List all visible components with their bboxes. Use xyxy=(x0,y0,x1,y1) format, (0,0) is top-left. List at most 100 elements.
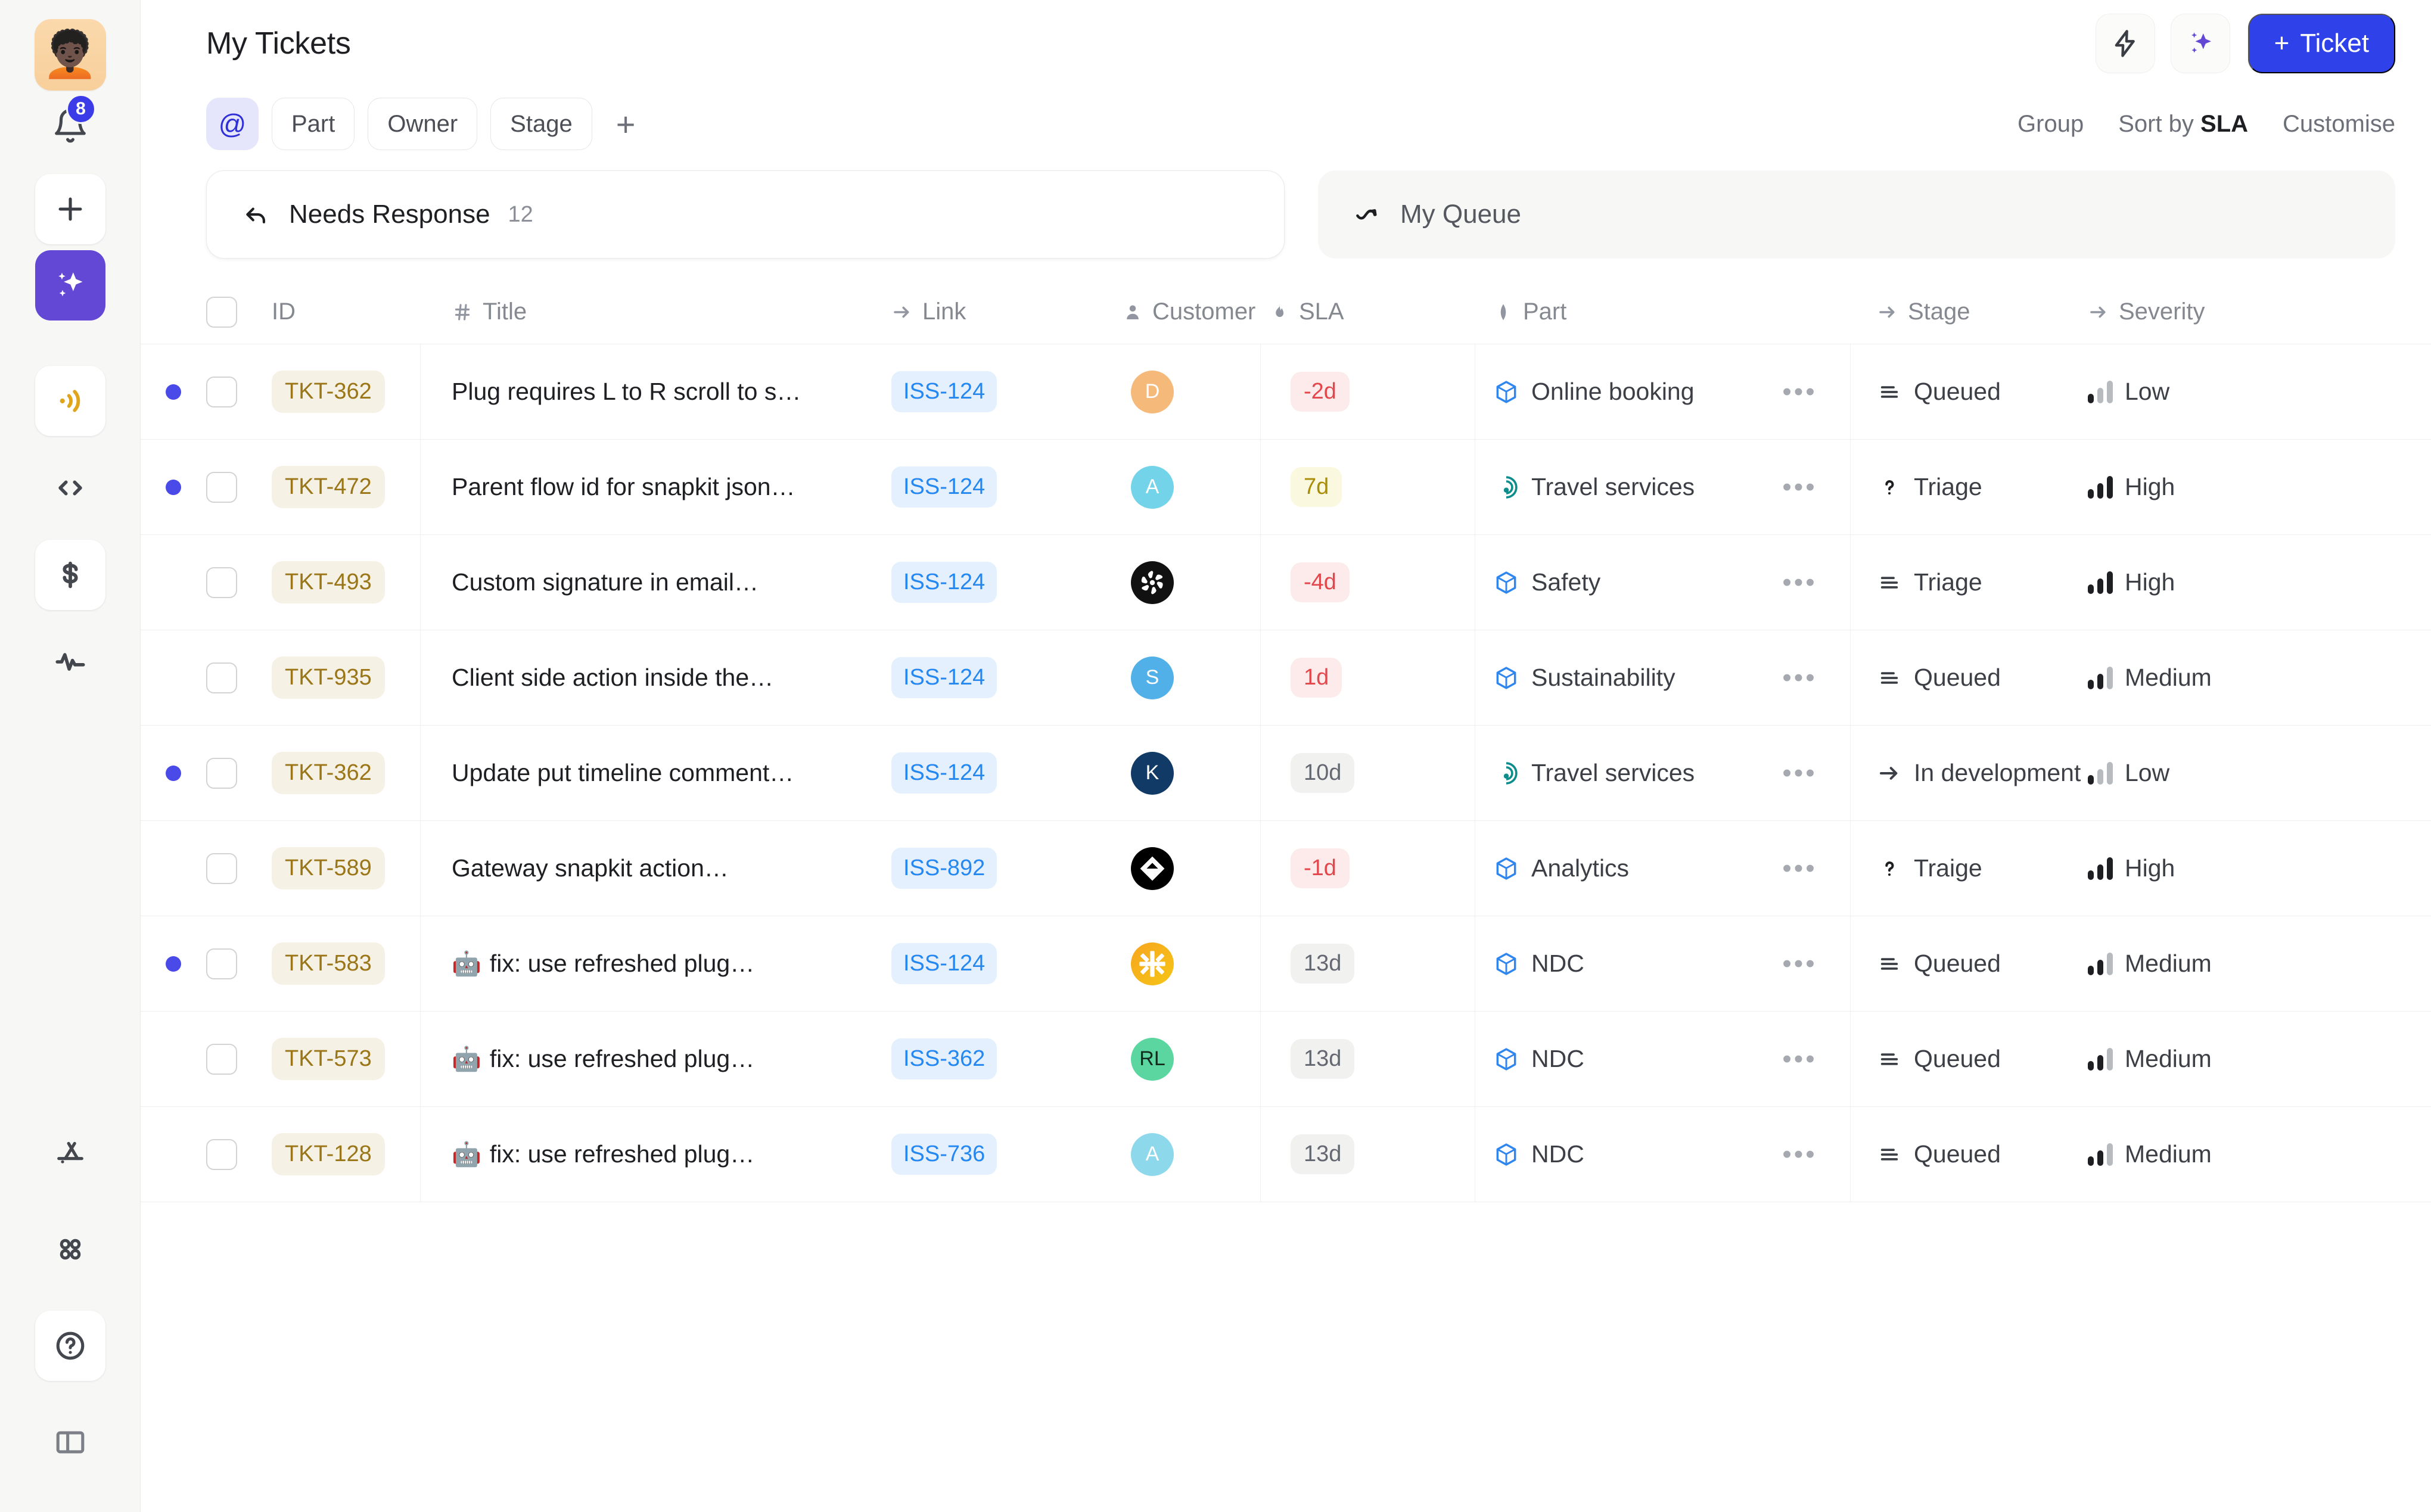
row-sla-cell[interactable]: 13d xyxy=(1261,1107,1475,1202)
broadcast-button[interactable] xyxy=(35,366,105,436)
row-menu-cell[interactable]: ••• xyxy=(1749,916,1851,1011)
row-id-cell[interactable]: TKT-589 xyxy=(272,821,421,916)
table-row[interactable]: TKT-362Update put timeline comment…ISS-1… xyxy=(141,726,2431,821)
row-customer-cell[interactable]: A xyxy=(1106,1107,1261,1202)
row-checkbox[interactable] xyxy=(206,758,237,789)
filter-chip-owner[interactable]: Owner xyxy=(368,98,477,150)
header-sla[interactable]: SLA xyxy=(1261,280,1475,344)
row-select-cell[interactable] xyxy=(206,1044,272,1075)
row-link-cell[interactable]: ISS-124 xyxy=(891,562,1106,603)
user-avatar[interactable]: 🧑🏿‍🦱 xyxy=(35,19,106,91)
row-id-cell[interactable]: TKT-362 xyxy=(272,344,421,439)
row-title-cell[interactable]: Parent flow id for snapkit json… xyxy=(421,473,891,501)
row-sla-cell[interactable]: 10d xyxy=(1261,726,1475,820)
table-row[interactable]: TKT-583🤖fix: use refreshed plug…ISS-1241… xyxy=(141,916,2431,1012)
tab-needs-response[interactable]: Needs Response 12 xyxy=(206,170,1285,259)
more-options-icon[interactable]: ••• xyxy=(1782,1053,1817,1066)
header-part[interactable]: Part xyxy=(1475,298,1749,325)
row-stage-cell[interactable]: Queued xyxy=(1851,1140,2083,1168)
filter-chip-mentions[interactable]: @ xyxy=(206,98,259,150)
header-id[interactable]: ID xyxy=(272,280,421,344)
more-options-icon[interactable]: ••• xyxy=(1782,957,1817,970)
activity-button[interactable] xyxy=(35,627,105,697)
ai-button[interactable] xyxy=(35,250,105,321)
linked-issue-badge[interactable]: ISS-124 xyxy=(891,752,997,794)
row-severity-cell[interactable]: Medium xyxy=(2083,664,2431,692)
row-sla-cell[interactable]: 13d xyxy=(1261,1012,1475,1106)
row-id-cell[interactable]: TKT-573 xyxy=(272,1012,421,1106)
row-part-cell[interactable]: Travel services xyxy=(1475,473,1749,501)
row-title-cell[interactable]: 🤖fix: use refreshed plug… xyxy=(421,950,891,978)
row-severity-cell[interactable]: Low xyxy=(2083,759,2431,787)
row-part-cell[interactable]: NDC xyxy=(1475,1045,1749,1073)
help-button[interactable] xyxy=(35,1311,105,1381)
row-sla-cell[interactable]: -4d xyxy=(1261,535,1475,630)
row-checkbox[interactable] xyxy=(206,472,237,503)
row-title-cell[interactable]: Update put timeline comment… xyxy=(421,759,891,787)
row-customer-cell[interactable] xyxy=(1106,535,1261,630)
linked-issue-badge[interactable]: ISS-124 xyxy=(891,657,997,698)
row-select-cell[interactable] xyxy=(206,377,272,407)
row-link-cell[interactable]: ISS-124 xyxy=(891,466,1106,508)
row-checkbox[interactable] xyxy=(206,1044,237,1075)
more-options-icon[interactable]: ••• xyxy=(1782,481,1817,494)
row-stage-cell[interactable]: Queued xyxy=(1851,950,2083,978)
linked-issue-badge[interactable]: ISS-736 xyxy=(891,1134,997,1175)
code-button[interactable] xyxy=(35,453,105,523)
header-title[interactable]: Title xyxy=(421,298,891,325)
row-link-cell[interactable]: ISS-124 xyxy=(891,752,1106,794)
header-customer[interactable]: Customer xyxy=(1106,280,1261,344)
row-sla-cell[interactable]: -1d xyxy=(1261,821,1475,916)
row-menu-cell[interactable]: ••• xyxy=(1749,726,1851,820)
row-part-cell[interactable]: Analytics xyxy=(1475,854,1749,882)
row-checkbox[interactable] xyxy=(206,567,237,598)
row-severity-cell[interactable]: Low xyxy=(2083,378,2431,406)
row-menu-cell[interactable]: ••• xyxy=(1749,344,1851,439)
row-stage-cell[interactable]: Queued xyxy=(1851,1045,2083,1073)
select-all-checkbox[interactable] xyxy=(206,297,237,328)
row-select-cell[interactable] xyxy=(206,758,272,789)
row-sla-cell[interactable]: -2d xyxy=(1261,344,1475,439)
row-part-cell[interactable]: Safety xyxy=(1475,568,1749,596)
table-row[interactable]: TKT-589Gateway snapkit action…ISS-892 -1d… xyxy=(141,821,2431,916)
row-severity-cell[interactable]: Medium xyxy=(2083,950,2431,978)
tab-my-queue[interactable]: My Queue xyxy=(1318,170,2395,259)
row-stage-cell[interactable]: Traige xyxy=(1851,854,2083,882)
row-severity-cell[interactable]: Medium xyxy=(2083,1140,2431,1168)
row-customer-cell[interactable]: K xyxy=(1106,726,1261,820)
row-select-cell[interactable] xyxy=(206,1139,272,1170)
row-stage-cell[interactable]: Queued xyxy=(1851,664,2083,692)
quick-actions-button[interactable] xyxy=(2096,14,2155,73)
sort-button[interactable]: Sort by SLA xyxy=(2118,111,2248,138)
ai-assist-button[interactable] xyxy=(2171,14,2230,73)
linked-issue-badge[interactable]: ISS-124 xyxy=(891,466,997,508)
row-link-cell[interactable]: ISS-124 xyxy=(891,943,1106,984)
row-select-cell[interactable] xyxy=(206,567,272,598)
row-severity-cell[interactable]: Medium xyxy=(2083,1045,2431,1073)
group-button[interactable]: Group xyxy=(2017,111,2084,138)
row-sla-cell[interactable]: 1d xyxy=(1261,630,1475,725)
table-row[interactable]: TKT-935Client side action inside the…ISS… xyxy=(141,630,2431,726)
row-select-cell[interactable] xyxy=(206,948,272,979)
row-customer-cell[interactable]: RL xyxy=(1106,1012,1261,1106)
row-stage-cell[interactable]: Queued xyxy=(1851,378,2083,406)
row-menu-cell[interactable]: ••• xyxy=(1749,535,1851,630)
header-severity[interactable]: Severity xyxy=(2083,298,2431,325)
row-part-cell[interactable]: Online booking xyxy=(1475,378,1749,406)
row-title-cell[interactable]: Custom signature in email… xyxy=(421,568,891,596)
filter-chip-part[interactable]: Part xyxy=(272,98,355,150)
row-title-cell[interactable]: Client side action inside the… xyxy=(421,664,891,692)
row-link-cell[interactable]: ISS-124 xyxy=(891,371,1106,412)
table-row[interactable]: TKT-362Plug requires L to R scroll to s…… xyxy=(141,344,2431,440)
more-options-icon[interactable]: ••• xyxy=(1782,767,1817,780)
row-customer-cell[interactable] xyxy=(1106,916,1261,1011)
row-title-cell[interactable]: Gateway snapkit action… xyxy=(421,854,891,882)
row-link-cell[interactable]: ISS-736 xyxy=(891,1134,1106,1175)
row-stage-cell[interactable]: In development xyxy=(1851,759,2083,787)
row-customer-cell[interactable]: S xyxy=(1106,630,1261,725)
row-link-cell[interactable]: ISS-892 xyxy=(891,848,1106,889)
row-id-cell[interactable]: TKT-128 xyxy=(272,1107,421,1202)
select-all-cell[interactable] xyxy=(206,297,272,328)
add-button[interactable] xyxy=(35,174,105,244)
row-severity-cell[interactable]: High xyxy=(2083,568,2431,596)
